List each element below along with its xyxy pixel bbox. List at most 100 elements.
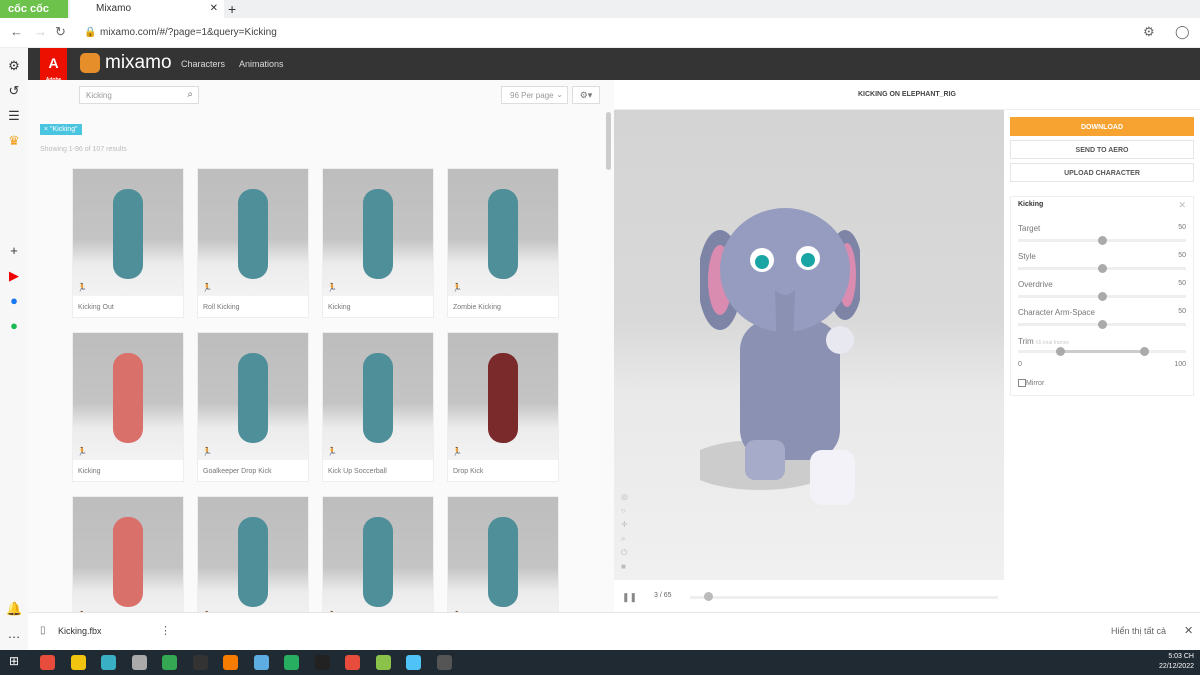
viewer-tools: ◎ ○ ✛ ⌕ ⏻ ■ <box>621 490 628 574</box>
slider-value: 50 <box>1178 252 1186 259</box>
animation-card[interactable]: 🏃 Zombie Kicking <box>447 168 559 318</box>
filter-chip[interactable]: × "Kicking" <box>40 124 82 135</box>
pan-icon[interactable]: ✛ <box>621 518 628 532</box>
notifications-icon[interactable]: 🔔 <box>6 601 22 617</box>
taskbar-app-icon[interactable] <box>253 655 269 670</box>
taskbar-app-icon[interactable] <box>40 655 55 670</box>
rotate-icon[interactable]: ○ <box>621 504 628 518</box>
url-input[interactable]: mixamo.com/#/?page=1&query=Kicking <box>100 27 277 38</box>
character-figure <box>363 189 393 279</box>
mirror-label: Mirror <box>1026 379 1045 387</box>
history-icon[interactable]: ↺ <box>6 83 22 99</box>
taskbar-app-icon[interactable] <box>101 655 116 670</box>
taskbar-app-icon[interactable] <box>375 655 391 670</box>
youtube-icon[interactable]: ▶ <box>6 268 22 284</box>
downloaded-file[interactable]: Kicking.fbx <box>58 626 102 636</box>
trim-start-handle[interactable] <box>1056 347 1065 356</box>
taskbar-app-icon[interactable] <box>192 655 208 670</box>
character-figure <box>488 189 518 279</box>
slider-handle[interactable] <box>1098 236 1107 245</box>
animation-thumbnail: 🏃 <box>73 333 183 460</box>
animation-thumbnail: 🏃 <box>198 333 308 460</box>
close-downloads-icon[interactable]: ✕ <box>1184 624 1193 637</box>
taskbar-app-icon[interactable] <box>70 655 86 670</box>
upload-character-button[interactable]: UPLOAD CHARACTER <box>1010 163 1194 182</box>
card-label: Goalkeeper Drop Kick <box>203 468 272 475</box>
taskbar-app-icon[interactable] <box>284 655 299 670</box>
new-tab-button[interactable]: + <box>228 0 236 18</box>
extensions-icon[interactable]: ⚙ <box>1143 24 1155 40</box>
close-icon[interactable]: ✕ <box>1178 200 1186 211</box>
animation-card[interactable]: 🏃 Kicking <box>322 168 434 318</box>
character-figure <box>238 189 268 279</box>
back-icon[interactable]: ← <box>10 24 23 39</box>
animation-card[interactable]: 🏃 Goalkeeper Drop Kick <box>197 332 309 482</box>
forward-icon[interactable]: → <box>34 24 47 39</box>
character-figure <box>113 189 143 279</box>
taskbar-app-icon[interactable] <box>314 655 330 670</box>
scrollbar[interactable] <box>606 112 611 170</box>
profile-icon[interactable]: ◯ <box>1175 24 1190 40</box>
animation-thumbnail: 🏃 <box>73 497 183 624</box>
browser-menu-button[interactable]: cốc cốc <box>0 0 68 18</box>
windows-start-icon[interactable]: ⊞ <box>9 654 19 668</box>
per-page-value: 96 Per page <box>510 91 554 100</box>
animation-card[interactable]: 🏃 Kicking <box>72 332 184 482</box>
trim-end-handle[interactable] <box>1140 347 1149 356</box>
character-figure <box>363 517 393 607</box>
character-figure <box>238 517 268 607</box>
nav-characters[interactable]: Characters <box>181 59 225 69</box>
search-input[interactable]: Kicking ⌕ <box>79 86 199 104</box>
taskbar-app-icon[interactable] <box>436 655 452 670</box>
facebook-icon[interactable]: ● <box>6 293 22 309</box>
close-tab-icon[interactable]: ✕ <box>210 0 218 18</box>
taskbar-app-icon[interactable] <box>345 655 360 670</box>
tab-mixamo[interactable]: Mixamo ✕ <box>70 0 224 18</box>
animation-thumbnail: 🏃 <box>198 169 308 296</box>
animation-card[interactable]: 🏃 Drop Kick <box>447 332 559 482</box>
nav-animations[interactable]: Animations <box>239 59 284 69</box>
mirror-checkbox[interactable] <box>1018 379 1026 387</box>
slider-handle[interactable] <box>1098 320 1107 329</box>
per-page-select[interactable]: 96 Per page ⌄ <box>501 86 568 104</box>
taskbar-app-icon[interactable] <box>406 655 421 670</box>
zoom-icon[interactable]: ⌕ <box>621 532 628 546</box>
slider-value: 50 <box>1178 308 1186 315</box>
mixamo-logo-icon <box>80 53 100 73</box>
slider-handle[interactable] <box>1098 264 1107 273</box>
settings-dropdown-button[interactable]: ⚙▾ <box>572 86 600 104</box>
mirror-option[interactable]: Mirror <box>1018 379 1044 387</box>
animation-card[interactable]: 🏃 Kick Up Soccerball <box>322 332 434 482</box>
taskbar-app-icon[interactable] <box>131 655 147 670</box>
reload-icon[interactable]: ↻ <box>55 24 66 40</box>
camera-icon[interactable]: ■ <box>621 560 628 574</box>
power-icon[interactable]: ⏻ <box>621 546 628 560</box>
slider-handle[interactable] <box>1098 292 1107 301</box>
show-all-link[interactable]: Hiển thị tất cả <box>1111 626 1166 636</box>
more-icon[interactable]: … <box>6 626 22 642</box>
send-to-aero-button[interactable]: SEND TO AERO <box>1010 140 1194 159</box>
mixamo-brand[interactable]: mixamo <box>105 52 172 74</box>
camera-reset-icon[interactable]: ◎ <box>621 490 628 504</box>
taskbar-app-icon[interactable] <box>162 655 177 670</box>
spotify-icon[interactable]: ● <box>6 318 22 334</box>
download-button[interactable]: DOWNLOAD <box>1010 117 1194 136</box>
animation-card[interactable]: 🏃 Roll Kicking <box>197 168 309 318</box>
crown-icon[interactable]: ♛ <box>6 133 22 149</box>
animation-icon: 🏃 <box>77 283 87 292</box>
settings-icon[interactable]: ⚙ <box>6 58 22 74</box>
clock[interactable]: 5:03 CH 22/12/2022 <box>1159 652 1194 672</box>
animation-icon: 🏃 <box>202 447 212 456</box>
taskbar-app-icon[interactable] <box>223 655 238 670</box>
list-icon[interactable]: ☰ <box>6 108 22 124</box>
more-options-icon[interactable]: ⋮ <box>160 624 171 637</box>
timeline-track[interactable] <box>690 596 998 599</box>
pause-button[interactable]: ❚❚ <box>622 592 637 603</box>
animation-icon: 🏃 <box>202 283 212 292</box>
add-icon[interactable]: + <box>6 243 22 259</box>
animation-card[interactable]: 🏃 Kicking Out <box>72 168 184 318</box>
card-label: Kick Up Soccerball <box>328 468 387 475</box>
slider-value: 50 <box>1178 224 1186 231</box>
card-label: Kicking Out <box>78 304 114 311</box>
search-icon[interactable]: ⌕ <box>187 89 193 100</box>
